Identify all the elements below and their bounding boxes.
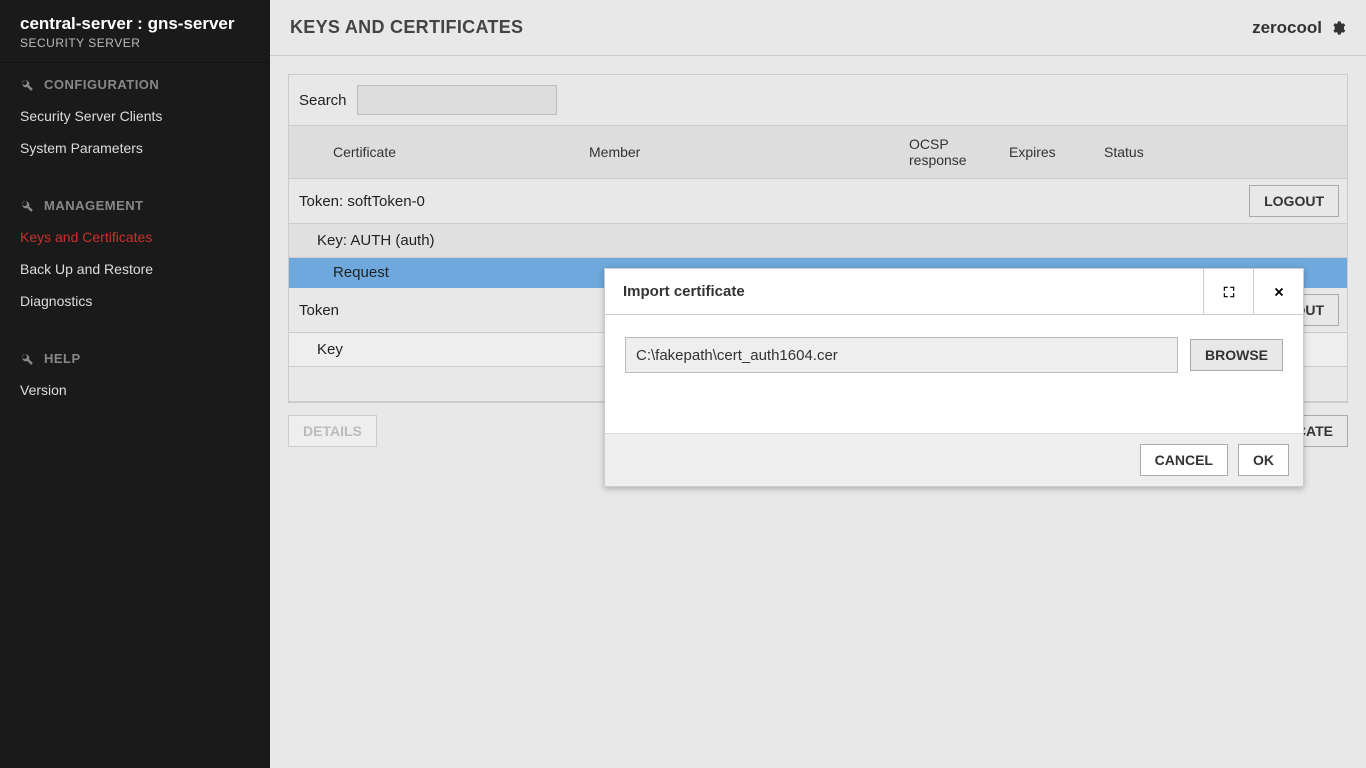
main: KEYS AND CERTIFICATES zerocool Search Ce… bbox=[270, 0, 1366, 768]
sidebar-item-keys-and-certificates[interactable]: Keys and Certificates bbox=[0, 221, 270, 253]
import-certificate-dialog: Import certificate BROWSE CANCEL OK bbox=[604, 268, 1304, 487]
sidebar-item-diagnostics[interactable]: Diagnostics bbox=[0, 285, 270, 317]
sidebar-item-system-parameters[interactable]: System Parameters bbox=[0, 132, 270, 164]
ok-button[interactable]: OK bbox=[1238, 444, 1289, 476]
sidebar-item-back-up-and-restore[interactable]: Back Up and Restore bbox=[0, 253, 270, 285]
file-path-input[interactable] bbox=[625, 337, 1178, 373]
table-header: Certificate Member OCSP response Expires… bbox=[289, 125, 1347, 179]
nav-section-management: MANAGEMENT bbox=[0, 184, 270, 221]
token-row[interactable]: Token: softToken-0 LOGOUT bbox=[289, 179, 1347, 224]
logout-button[interactable]: LOGOUT bbox=[1249, 185, 1339, 217]
dialog-body: BROWSE bbox=[605, 315, 1303, 433]
gear-icon bbox=[1330, 20, 1346, 36]
dialog-header: Import certificate bbox=[605, 269, 1303, 315]
token-label: Token: softToken-0 bbox=[299, 193, 425, 210]
topbar: KEYS AND CERTIFICATES zerocool bbox=[270, 0, 1366, 56]
sidebar-header: central-server : gns-server SECURITY SER… bbox=[0, 0, 270, 63]
dialog-maximize-button[interactable] bbox=[1203, 269, 1253, 314]
search-input[interactable] bbox=[357, 85, 557, 115]
column-status: Status bbox=[1104, 144, 1347, 160]
column-expires: Expires bbox=[1009, 144, 1104, 160]
close-icon bbox=[1272, 285, 1286, 299]
sidebar-item-version[interactable]: Version bbox=[0, 374, 270, 406]
username: zerocool bbox=[1252, 18, 1322, 38]
maximize-icon bbox=[1222, 285, 1236, 299]
dialog-close-button[interactable] bbox=[1253, 269, 1303, 314]
server-subtitle: SECURITY SERVER bbox=[20, 36, 250, 50]
search-row: Search bbox=[289, 75, 1347, 125]
dialog-title: Import certificate bbox=[605, 269, 1203, 314]
key-row[interactable]: Key: AUTH (auth) bbox=[289, 224, 1347, 258]
wrench-icon bbox=[20, 78, 34, 92]
wrench-icon bbox=[20, 352, 34, 366]
nav-section-label: HELP bbox=[44, 351, 81, 366]
column-certificate: Certificate bbox=[289, 144, 589, 160]
dialog-footer: CANCEL OK bbox=[605, 433, 1303, 486]
sidebar-item-security-server-clients[interactable]: Security Server Clients bbox=[0, 100, 270, 132]
user-menu[interactable]: zerocool bbox=[1252, 18, 1346, 38]
details-button: DETAILS bbox=[288, 415, 377, 447]
column-member: Member bbox=[589, 144, 909, 160]
column-ocsp: OCSP response bbox=[909, 136, 1009, 168]
sidebar: central-server : gns-server SECURITY SER… bbox=[0, 0, 270, 768]
nav-section-help: HELP bbox=[0, 337, 270, 374]
server-title: central-server : gns-server bbox=[20, 14, 250, 34]
page-title: KEYS AND CERTIFICATES bbox=[290, 17, 523, 38]
cancel-button[interactable]: CANCEL bbox=[1140, 444, 1228, 476]
token-label: Token bbox=[299, 302, 339, 319]
search-label: Search bbox=[299, 92, 347, 109]
browse-button[interactable]: BROWSE bbox=[1190, 339, 1283, 371]
wrench-icon bbox=[20, 199, 34, 213]
nav-section-label: CONFIGURATION bbox=[44, 77, 159, 92]
nav-section-configuration: CONFIGURATION bbox=[0, 63, 270, 100]
nav-section-label: MANAGEMENT bbox=[44, 198, 144, 213]
